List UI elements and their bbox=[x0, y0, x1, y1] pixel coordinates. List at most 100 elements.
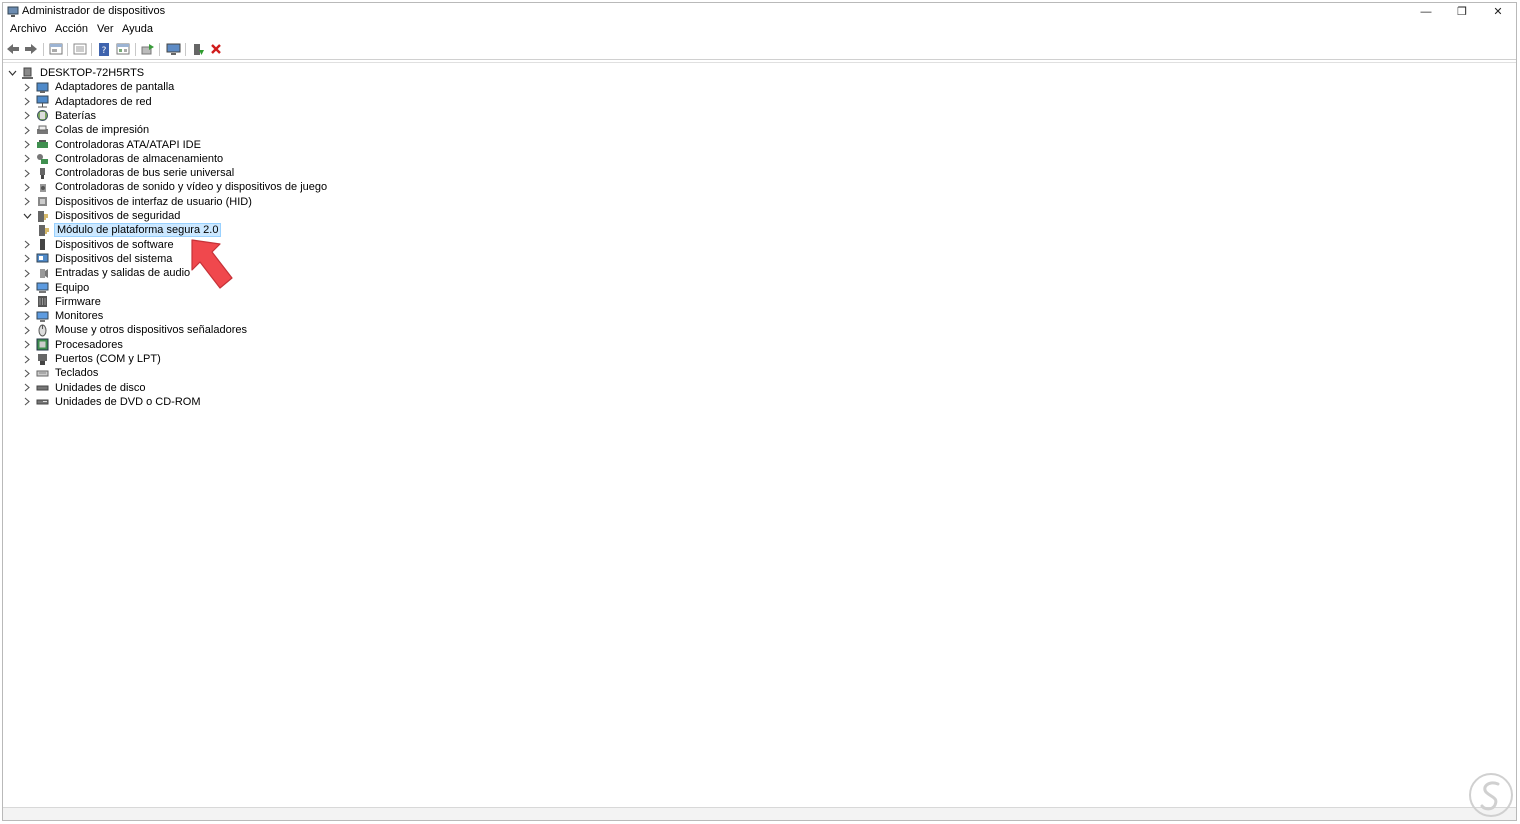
security-device-icon bbox=[36, 210, 49, 223]
tree-root[interactable]: DESKTOP-72H5RTS bbox=[7, 66, 146, 80]
mouse-icon bbox=[36, 324, 49, 337]
monitor-icon bbox=[36, 310, 49, 323]
chevron-right-icon[interactable] bbox=[22, 252, 32, 266]
system-device-icon bbox=[36, 252, 49, 265]
tree-item-label: Equipo bbox=[55, 281, 90, 294]
chevron-right-icon[interactable] bbox=[22, 123, 32, 137]
tree-item-label: Dispositivos del sistema bbox=[55, 252, 173, 265]
tree-category-equipo[interactable]: Equipo bbox=[22, 281, 91, 295]
tree-category-controladoras-de-almacenamiento[interactable]: Controladoras de almacenamiento bbox=[22, 152, 225, 166]
tree-category-baterias[interactable]: Baterías bbox=[22, 109, 98, 123]
chevron-right-icon[interactable] bbox=[22, 180, 32, 194]
chevron-right-icon[interactable] bbox=[22, 166, 32, 180]
usb-icon bbox=[36, 167, 49, 180]
title-bar: Administrador de dispositivos — ❐ ✕ bbox=[3, 3, 1516, 21]
watermark-logo-icon bbox=[1469, 773, 1513, 817]
tree-item-label: Puertos (COM y LPT) bbox=[55, 353, 161, 365]
chevron-right-icon[interactable] bbox=[22, 395, 32, 409]
chevron-right-icon[interactable] bbox=[22, 266, 32, 280]
chevron-right-icon[interactable] bbox=[22, 95, 32, 109]
battery-icon bbox=[36, 109, 49, 122]
tree-item-label: Monitores bbox=[55, 310, 104, 323]
chevron-down-icon[interactable] bbox=[22, 209, 32, 223]
software-device-icon bbox=[36, 238, 49, 251]
svg-text:?: ? bbox=[102, 46, 107, 56]
chevron-right-icon[interactable] bbox=[22, 152, 32, 166]
tree-item-label: Dispositivos de software bbox=[55, 238, 174, 251]
tree-category-adaptadores-de-pantalla[interactable]: Adaptadores de pantalla bbox=[22, 80, 176, 94]
tree-category-procesadores[interactable]: Procesadores bbox=[22, 338, 125, 352]
chevron-right-icon[interactable] bbox=[22, 366, 32, 380]
menu-ayuda[interactable]: Ayuda bbox=[122, 23, 153, 35]
chevron-right-icon[interactable] bbox=[22, 195, 32, 209]
tree-item-label: Controladoras de sonido y vídeo y dispos… bbox=[55, 181, 328, 194]
tree-category-controladoras-ata-atapi-ide[interactable]: Controladoras ATA/ATAPI IDE bbox=[22, 138, 203, 152]
tree-item-label: Unidades de DVD o CD-ROM bbox=[55, 395, 201, 408]
chevron-right-icon[interactable] bbox=[22, 338, 32, 352]
chevron-right-icon[interactable] bbox=[22, 281, 32, 295]
status-bar bbox=[3, 807, 1516, 820]
enable-device-icon[interactable] bbox=[190, 42, 206, 56]
chevron-right-icon[interactable] bbox=[22, 381, 32, 395]
tree-item-label: Firmware bbox=[55, 295, 101, 308]
tree-item-label: Controladoras de almacenamiento bbox=[55, 152, 224, 165]
tree-category-controladoras-de-bus-serie-universal[interactable]: Controladoras de bus serie universal bbox=[22, 166, 236, 180]
tree-category-monitores[interactable]: Monitores bbox=[22, 309, 105, 323]
close-button[interactable]: ✕ bbox=[1480, 3, 1516, 21]
tree-item-label: Controladoras ATA/ATAPI IDE bbox=[55, 138, 201, 151]
back-icon[interactable] bbox=[5, 42, 21, 56]
chevron-right-icon[interactable] bbox=[22, 138, 32, 152]
menu-bar: Archivo Acción Ver Ayuda bbox=[3, 22, 1516, 39]
tree-category-puertos-com-y-lpt[interactable]: Puertos (COM y LPT) bbox=[22, 352, 163, 366]
tree-category-adaptadores-de-red[interactable]: Adaptadores de red bbox=[22, 95, 154, 109]
tree-category-entradas-y-salidas-de-audio[interactable]: Entradas y salidas de audio bbox=[22, 266, 192, 280]
tree-item-label: Adaptadores de pantalla bbox=[55, 81, 175, 94]
restore-button[interactable]: ❐ bbox=[1444, 3, 1480, 21]
menu-accion[interactable]: Acción bbox=[55, 23, 88, 35]
forward-icon[interactable] bbox=[23, 42, 39, 56]
keyboard-icon bbox=[36, 367, 49, 380]
tree-item-label: Dispositivos de seguridad bbox=[55, 210, 181, 222]
chevron-right-icon[interactable] bbox=[22, 323, 32, 337]
tree-category-firmware[interactable]: Firmware bbox=[22, 295, 103, 309]
tree-category-mouse-y-otros-dispositivos-senaladores[interactable]: Mouse y otros dispositivos señaladores bbox=[22, 323, 249, 337]
chevron-right-icon[interactable] bbox=[22, 109, 32, 123]
minimize-button[interactable]: — bbox=[1408, 3, 1444, 21]
storage-controller-icon bbox=[36, 152, 49, 165]
tree-category-dispositivos-de-seguridad[interactable]: Dispositivos de seguridad bbox=[22, 209, 182, 223]
device-tree: DESKTOP-72H5RTS Adaptadores de pantalla A… bbox=[3, 62, 1516, 807]
device-manager-window: Administrador de dispositivos — ❐ ✕ Arch… bbox=[2, 2, 1517, 821]
tree-item-label: Controladoras de bus serie universal bbox=[55, 167, 235, 180]
tree-item-label: Adaptadores de red bbox=[55, 95, 152, 108]
uninstall-icon[interactable] bbox=[208, 42, 224, 56]
toolbar: ? bbox=[3, 40, 1516, 60]
tree-item-label: Teclados bbox=[55, 367, 99, 380]
disk-drive-icon bbox=[36, 381, 49, 394]
resources-icon[interactable] bbox=[115, 42, 131, 56]
tree-category-colas-de-impresion[interactable]: Colas de impresión bbox=[22, 123, 151, 137]
properties-icon[interactable] bbox=[48, 42, 64, 56]
chevron-right-icon[interactable] bbox=[22, 238, 32, 252]
chevron-right-icon[interactable] bbox=[22, 352, 32, 366]
tree-category-dispositivos-de-interfaz-de-usuario-hid[interactable]: Dispositivos de interfaz de usuario (HID… bbox=[22, 195, 254, 209]
tree-category-controladoras-de-sonido-y-video-y-dispositivos-de-juego[interactable]: Controladoras de sonido y vídeo y dispos… bbox=[22, 180, 329, 194]
update-driver-icon[interactable] bbox=[140, 42, 156, 56]
tpm-icon bbox=[37, 224, 50, 237]
tree-category-dispositivos-de-software[interactable]: Dispositivos de software bbox=[22, 238, 176, 252]
chevron-right-icon[interactable] bbox=[22, 309, 32, 323]
menu-archivo[interactable]: Archivo bbox=[10, 23, 47, 35]
tree-category-dispositivos-del-sistema[interactable]: Dispositivos del sistema bbox=[22, 252, 174, 266]
chevron-right-icon[interactable] bbox=[22, 295, 32, 309]
chevron-down-icon[interactable] bbox=[7, 66, 17, 80]
ide-controller-icon bbox=[36, 138, 49, 151]
chevron-right-icon[interactable] bbox=[22, 80, 32, 94]
list-icon[interactable] bbox=[72, 42, 88, 56]
tree-category-unidades-de-dvd-o-cd-rom[interactable]: Unidades de DVD o CD-ROM bbox=[22, 395, 203, 409]
processor-icon bbox=[36, 338, 49, 351]
help-icon[interactable]: ? bbox=[96, 42, 112, 56]
tree-root-label: DESKTOP-72H5RTS bbox=[40, 67, 145, 79]
menu-ver[interactable]: Ver bbox=[97, 23, 114, 35]
tree-category-teclados[interactable]: Teclados bbox=[22, 366, 100, 380]
tree-category-unidades-de-disco[interactable]: Unidades de disco bbox=[22, 381, 148, 395]
monitor-icon[interactable] bbox=[165, 42, 181, 56]
